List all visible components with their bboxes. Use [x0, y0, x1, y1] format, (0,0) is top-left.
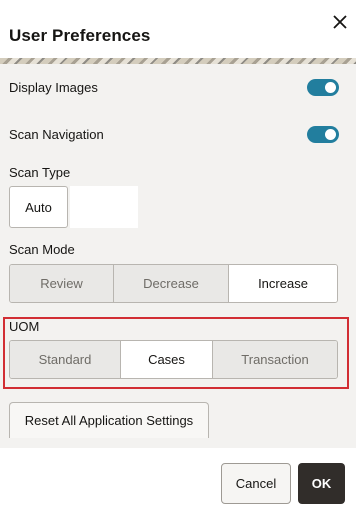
- scan-type-auto-button[interactable]: Auto: [9, 186, 68, 228]
- dialog-header: User Preferences: [0, 0, 356, 58]
- toggle-knob: [325, 129, 336, 140]
- scan-type-label: Scan Type: [9, 165, 71, 180]
- scan-mode-review[interactable]: Review: [10, 265, 114, 302]
- uom-cases[interactable]: Cases: [121, 341, 213, 378]
- toggle-knob: [325, 82, 336, 93]
- display-images-toggle[interactable]: [307, 79, 339, 96]
- ok-button[interactable]: OK: [298, 463, 345, 504]
- display-images-label: Display Images: [9, 80, 98, 95]
- scan-mode-increase[interactable]: Increase: [229, 265, 337, 302]
- scan-type-input[interactable]: [70, 186, 138, 228]
- close-icon[interactable]: [330, 12, 350, 32]
- scan-navigation-label: Scan Navigation: [9, 127, 104, 142]
- scan-mode-label: Scan Mode: [9, 242, 75, 257]
- uom-segmented: Standard Cases Transaction: [9, 340, 338, 379]
- scan-navigation-toggle[interactable]: [307, 126, 339, 143]
- scan-mode-decrease[interactable]: Decrease: [114, 265, 229, 302]
- scan-mode-segmented: Review Decrease Increase: [9, 264, 338, 303]
- uom-transaction[interactable]: Transaction: [213, 341, 337, 378]
- dialog-title: User Preferences: [9, 26, 151, 45]
- reset-settings-button[interactable]: Reset All Application Settings: [9, 402, 209, 438]
- uom-standard[interactable]: Standard: [10, 341, 121, 378]
- cancel-button[interactable]: Cancel: [221, 463, 291, 504]
- uom-label: UOM: [9, 319, 40, 334]
